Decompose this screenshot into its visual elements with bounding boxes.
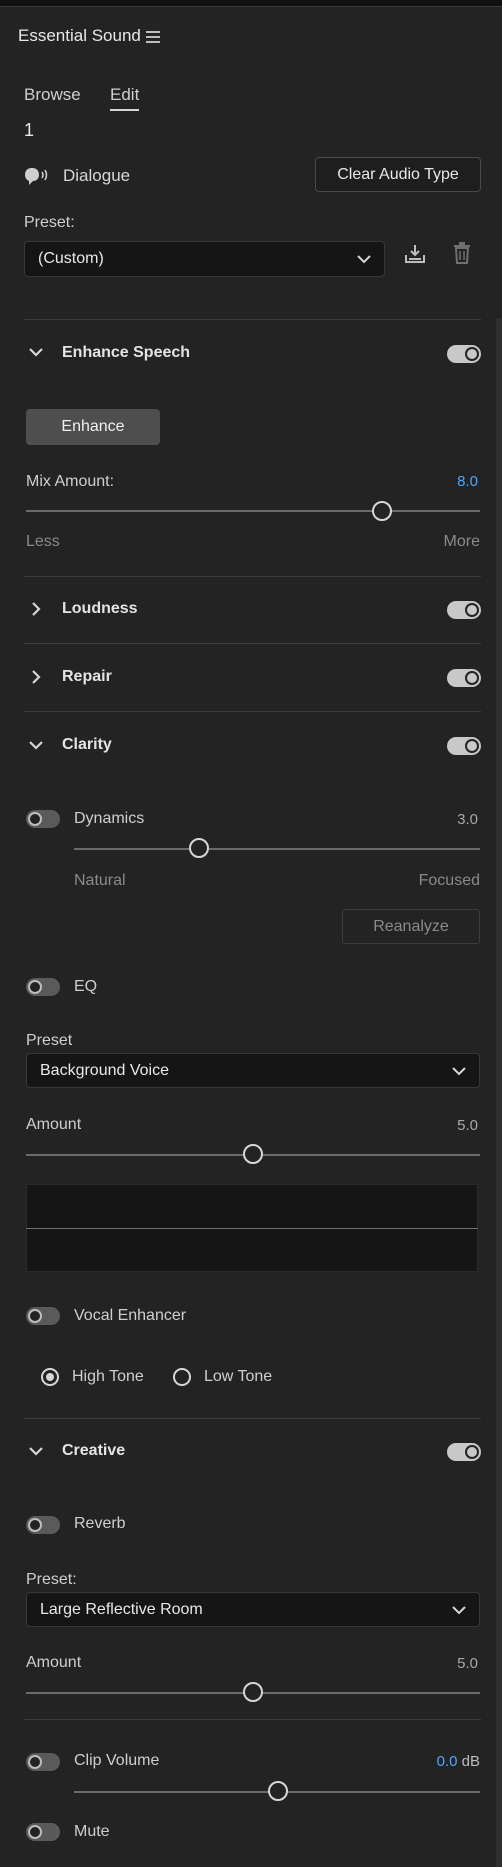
eq-amount-label: Amount: [26, 1116, 82, 1133]
divider: [24, 576, 481, 577]
chevron-down-icon[interactable]: [29, 1446, 43, 1456]
low-tone-radio[interactable]: [173, 1368, 191, 1386]
tab-browse[interactable]: Browse: [24, 85, 81, 105]
mute-label: Mute: [74, 1823, 110, 1840]
clip-count: 1: [24, 120, 35, 140]
dynamics-min-label: Natural: [74, 872, 126, 889]
repair-toggle[interactable]: [447, 669, 481, 687]
panel-menu-icon[interactable]: [146, 31, 160, 46]
window-top-bar: [0, 0, 502, 7]
divider: [24, 1418, 481, 1419]
mix-amount-value: 8.0: [457, 473, 478, 490]
chevron-down-icon[interactable]: [29, 347, 43, 357]
chevron-right-icon[interactable]: [31, 670, 41, 684]
eq-label: EQ: [74, 978, 98, 995]
repair-title[interactable]: Repair: [62, 668, 112, 686]
enhance-speech-title[interactable]: Enhance Speech: [62, 344, 190, 362]
reverb-preset-select[interactable]: Large Reflective Room: [26, 1592, 480, 1627]
eq-curve-line: [26, 1228, 478, 1229]
divider: [24, 711, 481, 712]
enhance-speech-toggle[interactable]: [447, 345, 481, 363]
dynamics-max-label: Focused: [418, 872, 480, 889]
reverb-toggle[interactable]: [26, 1516, 60, 1534]
enhance-button[interactable]: Enhance: [26, 409, 160, 445]
eq-preset-select[interactable]: Background Voice: [26, 1053, 480, 1088]
high-tone-label[interactable]: High Tone: [72, 1368, 144, 1386]
tab-edit-underline: [110, 109, 139, 111]
dynamics-toggle[interactable]: [26, 810, 60, 828]
reverb-preset-select-value: Large Reflective Room: [40, 1600, 203, 1618]
divider: [24, 319, 481, 320]
clip-volume-unit: dB: [461, 1753, 480, 1770]
creative-title[interactable]: Creative: [62, 1442, 125, 1460]
eq-amount-slider-thumb[interactable]: [243, 1144, 263, 1164]
clip-volume-slider-thumb[interactable]: [268, 1781, 288, 1801]
divider: [24, 1719, 481, 1720]
dynamics-value: 3.0: [457, 811, 478, 828]
clear-audio-type-button[interactable]: Clear Audio Type: [315, 157, 481, 192]
preset-select-value: (Custom): [38, 250, 104, 267]
eq-toggle[interactable]: [26, 978, 60, 996]
chevron-down-icon: [357, 255, 371, 264]
chevron-down-icon[interactable]: [29, 740, 43, 750]
chevron-down-icon: [452, 1066, 466, 1075]
high-tone-radio[interactable]: [41, 1368, 59, 1386]
mix-amount-slider-track[interactable]: [26, 510, 480, 512]
panel-title: Essential Sound: [18, 26, 141, 45]
mix-min-label: Less: [26, 533, 60, 550]
tab-edit[interactable]: Edit: [110, 85, 139, 105]
chevron-right-icon[interactable]: [31, 602, 41, 616]
vocal-enhancer-label: Vocal Enhancer: [74, 1307, 187, 1324]
preset-select[interactable]: (Custom): [24, 241, 385, 277]
save-preset-icon[interactable]: [404, 243, 426, 270]
reverb-preset-label: Preset:: [26, 1571, 77, 1588]
reanalyze-button[interactable]: Reanalyze: [342, 909, 480, 944]
vocal-enhancer-toggle[interactable]: [26, 1307, 60, 1325]
low-tone-label[interactable]: Low Tone: [204, 1368, 272, 1386]
chevron-down-icon: [452, 1605, 466, 1614]
dynamics-label: Dynamics: [74, 810, 145, 827]
scrollbar[interactable]: [496, 318, 502, 1867]
eq-amount-value: 5.0: [457, 1117, 478, 1134]
clip-volume-toggle[interactable]: [26, 1753, 60, 1771]
dialogue-icon: [24, 166, 50, 191]
reverb-label: Reverb: [74, 1515, 126, 1532]
delete-preset-icon[interactable]: [453, 242, 471, 269]
dynamics-slider-track[interactable]: [74, 848, 480, 850]
clip-volume-readout: 0.0 dB: [420, 1753, 480, 1770]
divider: [24, 643, 481, 644]
reverb-amount-slider-thumb[interactable]: [243, 1682, 263, 1702]
mix-amount-label: Mix Amount:: [26, 473, 115, 490]
audio-type-label: Dialogue: [63, 166, 131, 185]
clarity-title[interactable]: Clarity: [62, 736, 112, 754]
reverb-amount-value: 5.0: [457, 1655, 478, 1672]
mix-max-label: More: [443, 533, 480, 550]
preset-label: Preset:: [24, 214, 75, 231]
clip-volume-value[interactable]: 0.0: [437, 1753, 458, 1770]
mix-amount-slider-thumb[interactable]: [372, 501, 392, 521]
dynamics-slider-thumb[interactable]: [189, 838, 209, 858]
clip-volume-label: Clip Volume: [74, 1752, 160, 1769]
reverb-amount-label: Amount: [26, 1654, 82, 1671]
clarity-toggle[interactable]: [447, 737, 481, 755]
creative-toggle[interactable]: [447, 1443, 481, 1461]
eq-preset-label: Preset: [26, 1032, 73, 1049]
eq-preset-select-value: Background Voice: [40, 1061, 169, 1079]
mute-toggle[interactable]: [26, 1823, 60, 1841]
loudness-title[interactable]: Loudness: [62, 600, 138, 618]
loudness-toggle[interactable]: [447, 601, 481, 619]
